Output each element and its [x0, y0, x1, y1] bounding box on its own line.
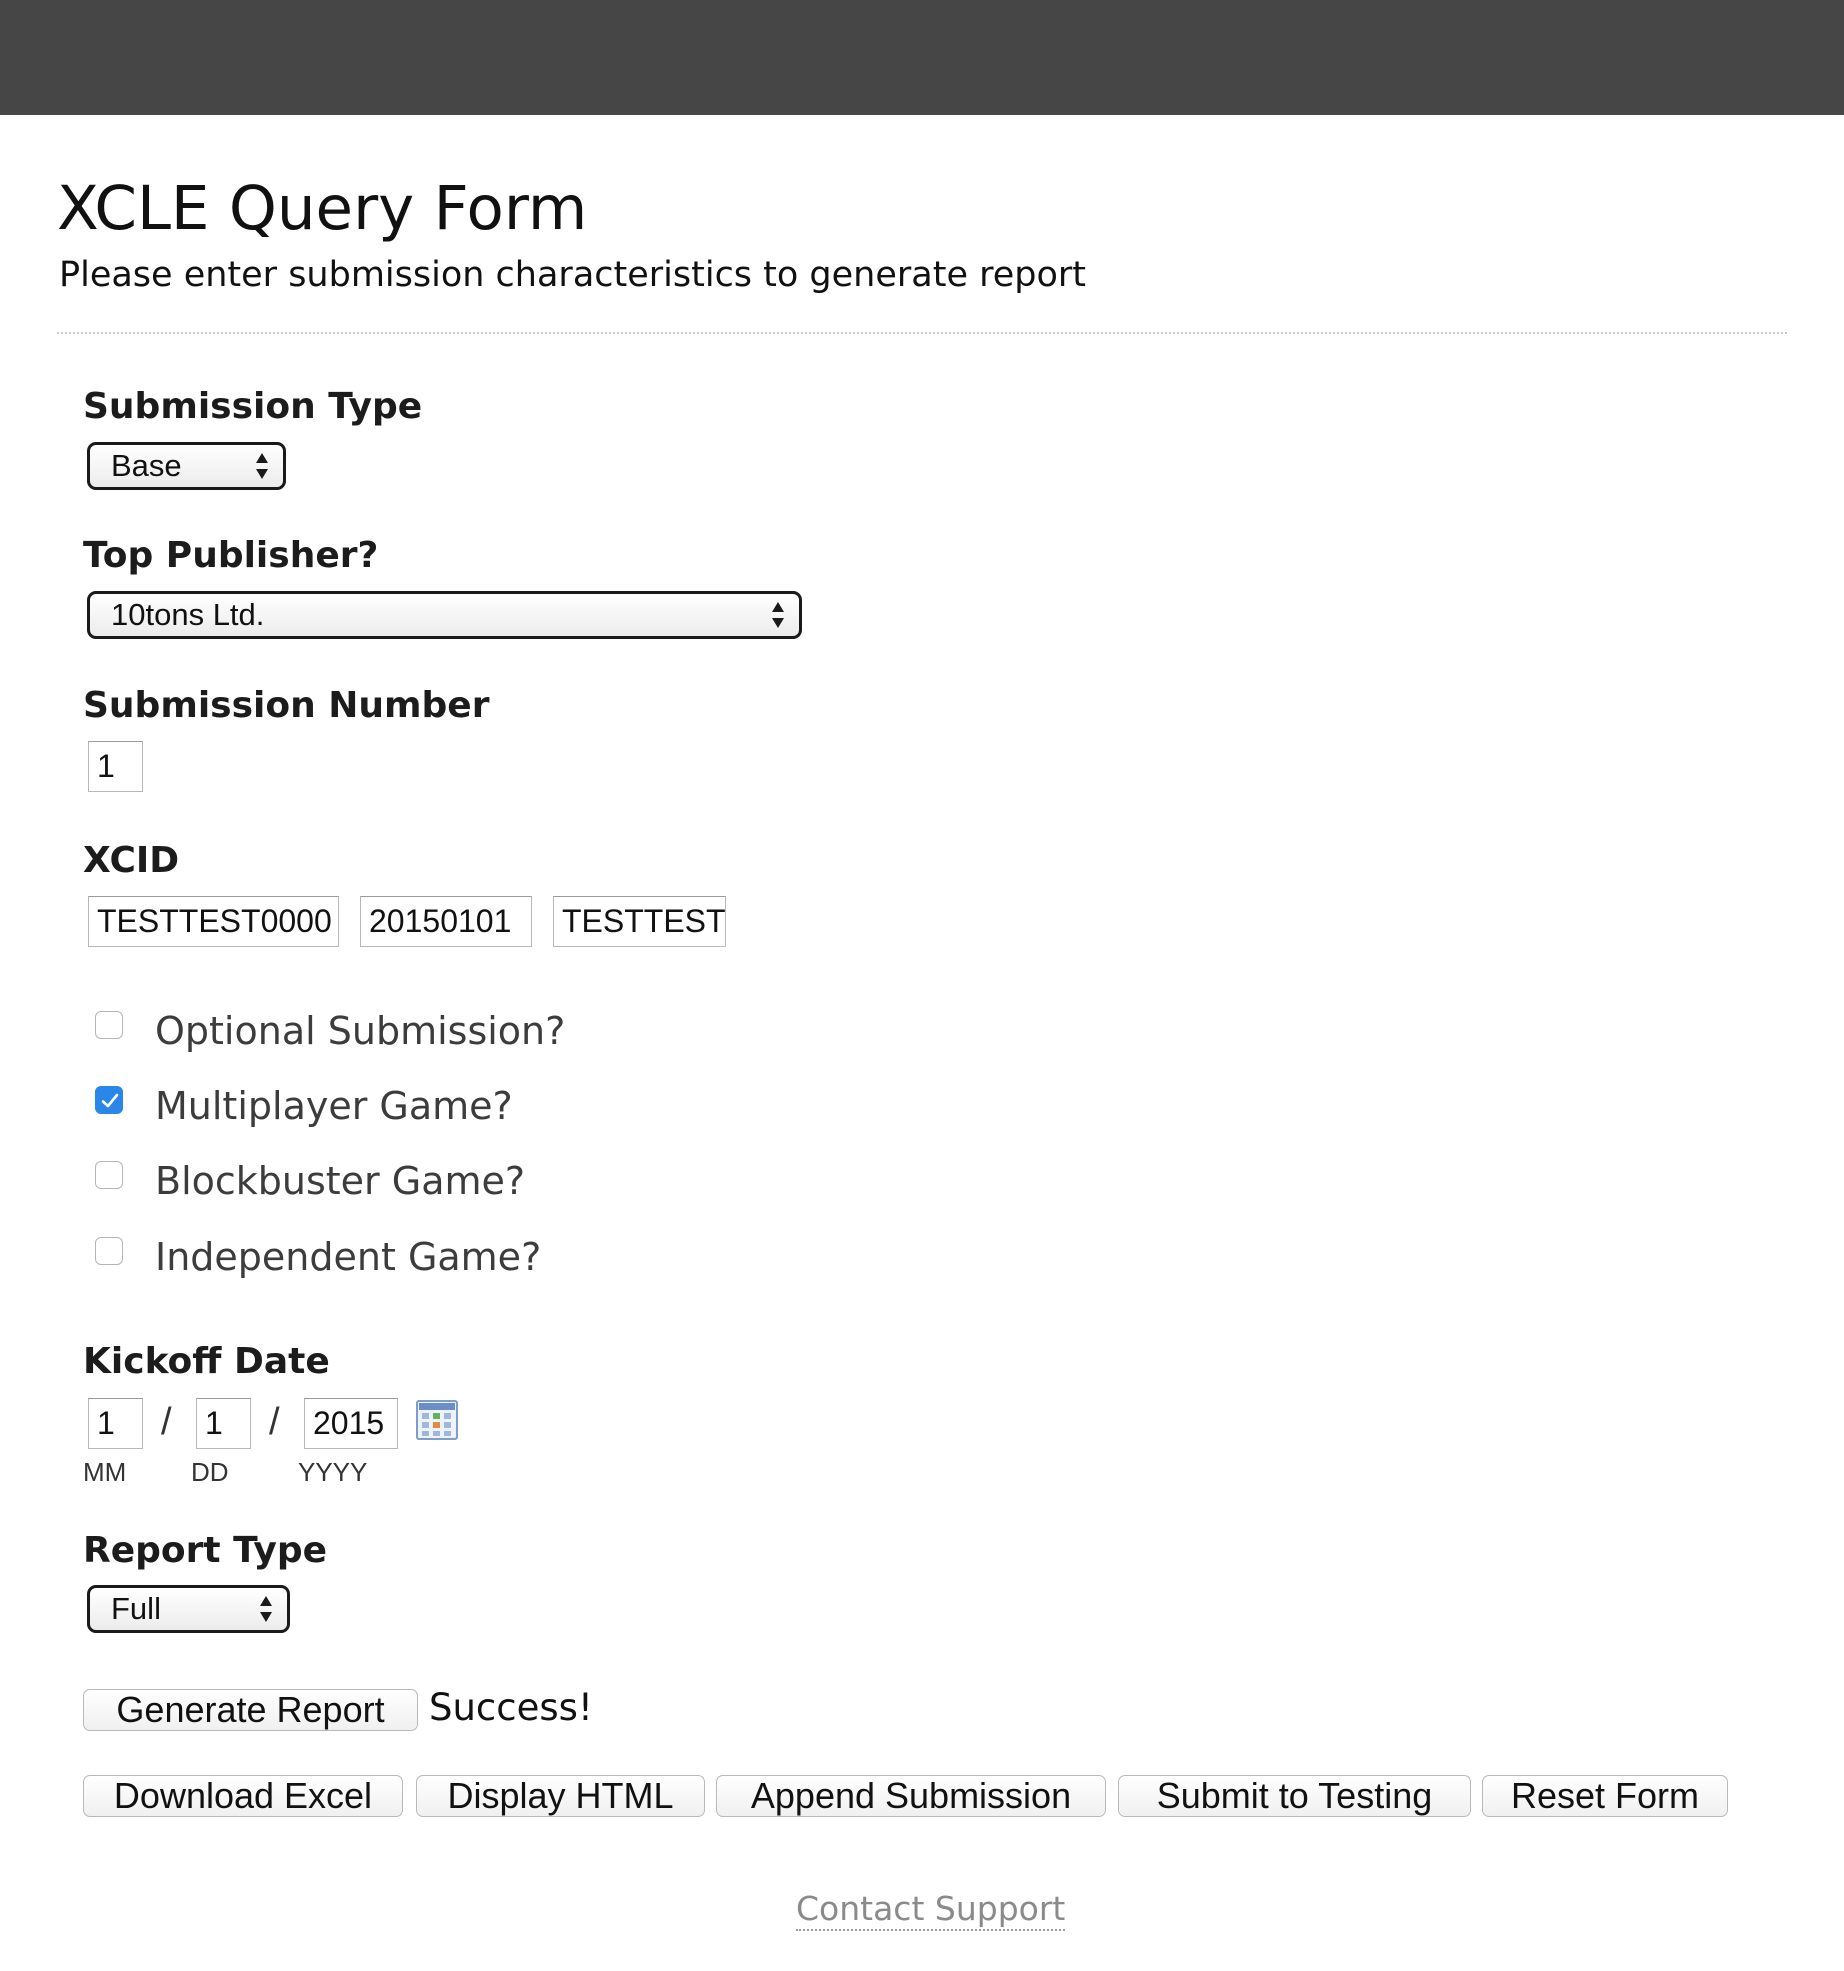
- calendar-icon[interactable]: [416, 1400, 458, 1440]
- independent-game-checkbox[interactable]: [95, 1237, 123, 1265]
- submission-type-select[interactable]: Base: [87, 442, 286, 490]
- generate-report-button[interactable]: Generate Report: [83, 1689, 418, 1731]
- top-publisher-label: Top Publisher?: [83, 535, 379, 576]
- blockbuster-game-checkbox[interactable]: [95, 1161, 123, 1189]
- section-divider: [57, 332, 1787, 334]
- month-caption: MM: [83, 1457, 127, 1487]
- reset-form-button[interactable]: Reset Form: [1482, 1775, 1728, 1817]
- download-excel-button[interactable]: Download Excel: [83, 1775, 403, 1817]
- submission-type-value: Base: [111, 448, 182, 483]
- contact-support-link[interactable]: Contact Support: [796, 1889, 1066, 1931]
- kickoff-day-input[interactable]: 1: [196, 1398, 251, 1449]
- optional-submission-checkbox[interactable]: [95, 1011, 123, 1039]
- xcid-part2-input[interactable]: 20150101: [360, 896, 532, 947]
- xcid-part1-input[interactable]: TESTTEST0000: [88, 896, 339, 947]
- year-caption: YYYY: [298, 1457, 368, 1487]
- status-message: Success!: [429, 1686, 593, 1729]
- xcid-part3-input[interactable]: TESTTEST: [553, 896, 726, 947]
- submission-number-input[interactable]: 1: [88, 741, 143, 792]
- page-title: XCLE Query Form: [57, 173, 588, 244]
- xcid-label: XCID: [83, 840, 180, 881]
- date-separator: /: [161, 1401, 172, 1443]
- top-publisher-value: 10tons Ltd.: [111, 597, 265, 632]
- select-arrows-icon: [772, 602, 784, 628]
- submit-to-testing-button[interactable]: Submit to Testing: [1118, 1775, 1471, 1817]
- submission-type-label: Submission Type: [83, 386, 423, 427]
- report-type-select[interactable]: Full: [87, 1585, 290, 1633]
- kickoff-month-input[interactable]: 1: [88, 1398, 143, 1449]
- optional-submission-label: Optional Submission?: [155, 1009, 566, 1053]
- report-type-value: Full: [111, 1591, 161, 1626]
- page-subtitle: Please enter submission characteristics …: [59, 255, 1087, 295]
- select-arrows-icon: [260, 1596, 272, 1622]
- blockbuster-game-label: Blockbuster Game?: [155, 1159, 526, 1203]
- kickoff-year-input[interactable]: 2015: [304, 1398, 398, 1449]
- top-publisher-select[interactable]: 10tons Ltd.: [87, 591, 802, 639]
- checkmark-icon: [101, 1093, 119, 1108]
- independent-game-label: Independent Game?: [155, 1235, 542, 1279]
- top-navigation-bar: [0, 0, 1844, 115]
- multiplayer-game-checkbox[interactable]: [95, 1086, 123, 1114]
- display-html-button[interactable]: Display HTML: [416, 1775, 705, 1817]
- select-arrows-icon: [256, 453, 268, 479]
- report-type-label: Report Type: [83, 1530, 328, 1571]
- multiplayer-game-label: Multiplayer Game?: [155, 1084, 513, 1128]
- kickoff-date-label: Kickoff Date: [83, 1341, 330, 1382]
- day-caption: DD: [191, 1457, 229, 1487]
- submission-number-label: Submission Number: [83, 685, 490, 726]
- date-separator: /: [269, 1401, 280, 1443]
- append-submission-button[interactable]: Append Submission: [716, 1775, 1106, 1817]
